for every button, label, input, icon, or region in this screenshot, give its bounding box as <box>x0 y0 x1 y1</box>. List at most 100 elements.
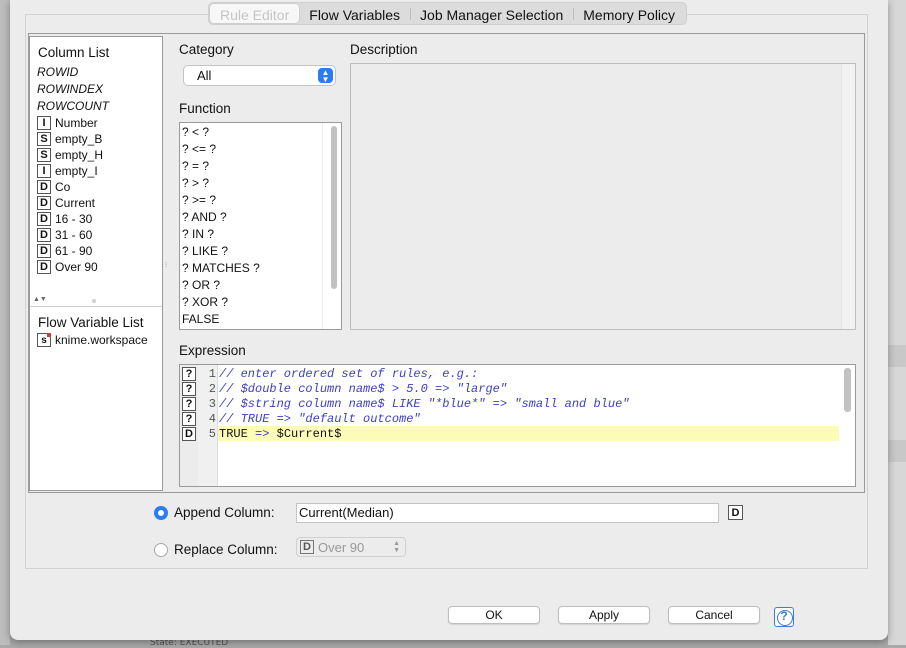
rule-type-double-icon: D <box>182 427 196 441</box>
double-type-icon: D <box>37 244 51 258</box>
column-list-panel: Column List ROWID ROWINDEX ROWCOUNT I Num… <box>29 36 163 491</box>
code-line-comment: // TRUE => "default outcome" <box>219 412 421 426</box>
function-item[interactable]: ? MATCHES ? <box>182 261 260 275</box>
column-name: Over 90 <box>55 260 98 274</box>
column-item-empty-i[interactable]: Iempty_I <box>37 163 98 179</box>
line-number: 3 <box>208 397 216 411</box>
code-line-comment: // enter ordered set of rules, e.g.: <box>219 367 479 381</box>
string-flow-variable-icon: s <box>37 333 51 347</box>
function-item[interactable]: ? XOR ? <box>182 295 228 309</box>
append-column-label[interactable]: Append Column: <box>174 505 275 520</box>
column-item-co[interactable]: D Co <box>37 179 70 195</box>
expression-label: Expression <box>179 343 246 358</box>
function-item[interactable]: ? >= ? <box>182 193 216 207</box>
code-operator: => <box>255 427 270 441</box>
split-pane-arrows-icon[interactable]: ▲▼ <box>33 296 47 303</box>
function-list-scrollbar[interactable] <box>331 126 337 289</box>
replace-column-label[interactable]: Replace Column: <box>174 542 278 557</box>
description-area <box>350 63 856 330</box>
replace-column-select[interactable]: D Over 90 ▲ ▼ <box>296 537 406 557</box>
split-pane-handle[interactable] <box>92 299 96 303</box>
function-item[interactable]: ? <= ? <box>182 142 216 156</box>
expression-scrollbar[interactable] <box>844 368 851 412</box>
chevron-updown-icon: ▲ ▼ <box>393 540 400 554</box>
category-value: All <box>197 68 212 83</box>
column-name: empty_B <box>55 132 103 146</box>
replace-column-value: Over 90 <box>318 539 365 555</box>
column-item-over-90[interactable]: D Over 90 <box>37 259 98 275</box>
append-column-input[interactable]: Current(Median) <box>296 503 719 523</box>
cancel-button[interactable]: Cancel <box>668 606 760 624</box>
column-name: 31 - 60 <box>55 228 93 242</box>
function-item[interactable]: ? = ? <box>182 159 209 173</box>
rule-engine-dialog: Rule Editor Flow Variables Job Manager S… <box>10 0 888 640</box>
code-variable: $Current$ <box>276 427 342 441</box>
column-item-number[interactable]: I Number <box>37 115 98 131</box>
string-type-icon: S <box>37 148 51 162</box>
code-keyword: TRUE <box>219 427 248 441</box>
background-stripe <box>888 440 906 462</box>
help-button[interactable]: ? <box>774 607 794 627</box>
function-label: Function <box>179 101 231 116</box>
expression-editor[interactable]: ? ? ? ? D 1 2 3 4 5 // enter ordered set… <box>179 364 856 487</box>
help-icon: ? <box>780 609 788 623</box>
column-item-empty-h[interactable]: Sempty_H <box>37 147 103 163</box>
column-item-16-30[interactable]: D 16 - 30 <box>37 211 92 227</box>
apply-button[interactable]: Apply <box>558 606 650 624</box>
line-number: 5 <box>208 427 216 441</box>
category-select[interactable]: All ▲ ▼ <box>183 65 336 86</box>
code-line-comment: // $string column name$ LIKE "*blue*" =>… <box>219 397 630 411</box>
column-name: empty_H <box>55 148 104 162</box>
flow-variable-knime-workspace[interactable]: s knime.workspace <box>37 333 148 347</box>
function-item[interactable]: ? > ? <box>182 176 209 190</box>
double-type-icon: D <box>300 540 314 554</box>
rule-status-unknown-icon: ? <box>182 412 196 426</box>
tab-memory-policy[interactable]: Memory Policy <box>573 4 685 23</box>
line-number: 2 <box>208 382 216 396</box>
column-name: Number <box>55 116 98 130</box>
double-type-icon: D <box>37 180 51 194</box>
ok-button[interactable]: OK <box>448 606 540 624</box>
function-item[interactable]: ? AND ? <box>182 210 227 224</box>
function-item[interactable]: ? LIKE ? <box>182 244 228 258</box>
column-item-empty-b[interactable]: Sempty_B <box>37 131 102 147</box>
special-column-rowcount[interactable]: ROWCOUNT <box>37 98 109 114</box>
column-name: 61 - 90 <box>55 244 93 258</box>
column-item-31-60[interactable]: D 31 - 60 <box>37 227 92 243</box>
double-type-icon: D <box>37 212 51 226</box>
double-type-icon: D <box>37 196 51 210</box>
tab-flow-variables[interactable]: Flow Variables <box>299 4 410 23</box>
tab-bar: Rule Editor Flow Variables Job Manager S… <box>208 2 688 25</box>
column-item-61-90[interactable]: D 61 - 90 <box>37 243 92 259</box>
integer-type-icon: I <box>37 116 51 130</box>
column-list-title: Column List <box>38 45 110 60</box>
function-item[interactable]: FALSE <box>182 312 219 326</box>
column-name: empty_I <box>55 164 98 178</box>
column-name: 16 - 30 <box>55 212 93 226</box>
function-item[interactable]: ? IN ? <box>182 227 214 241</box>
double-type-icon: D <box>37 260 51 274</box>
description-scrollbar-track[interactable] <box>841 64 855 329</box>
tab-job-manager-selection[interactable]: Job Manager Selection <box>410 4 573 23</box>
code-line-comment: // $double column name$ > 5.0 => "large" <box>219 382 508 396</box>
double-type-icon: D <box>37 228 51 242</box>
category-label: Category <box>179 42 234 57</box>
column-item-current[interactable]: D Current <box>37 195 95 211</box>
column-name: Current <box>55 196 96 210</box>
split-pane-divider <box>30 306 162 307</box>
replace-column-radio[interactable] <box>154 543 168 557</box>
function-item[interactable]: ? OR ? <box>182 278 220 292</box>
append-column-radio[interactable] <box>154 506 168 520</box>
string-type-icon: S <box>37 132 51 146</box>
function-list: ? < ? ? <= ? ? = ? ? > ? ? >= ? ? AND ? … <box>179 122 342 330</box>
special-column-rowindex[interactable]: ROWINDEX <box>37 81 103 97</box>
flow-variable-name: knime.workspace <box>55 333 148 347</box>
integer-type-icon: I <box>37 164 51 178</box>
function-item[interactable]: ? < ? <box>182 125 209 139</box>
tab-rule-editor[interactable]: Rule Editor <box>210 4 300 23</box>
split-pane-handle[interactable]: ⁝ <box>165 261 167 269</box>
code-line-rule: TRUE => $Current$ <box>219 427 341 441</box>
double-type-icon[interactable]: D <box>728 505 743 520</box>
special-column-rowid[interactable]: ROWID <box>37 64 78 80</box>
rule-status-unknown-icon: ? <box>182 397 196 411</box>
